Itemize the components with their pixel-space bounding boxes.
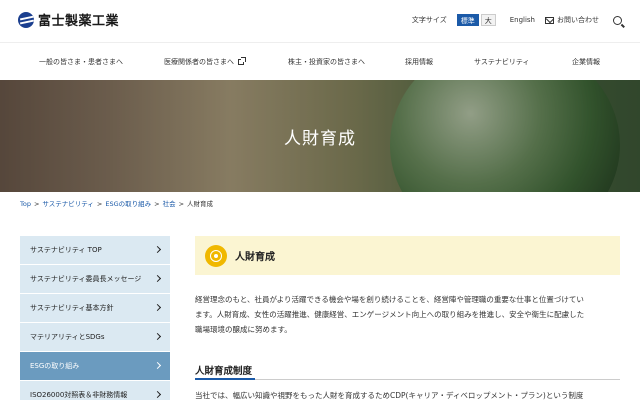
nav-item-label: サステナビリティ (474, 58, 530, 66)
utility-nav: 文字サイズ 標準 大 English お問い合わせ (412, 14, 622, 26)
sub-heading-accent (195, 378, 255, 380)
english-link[interactable]: English (510, 16, 535, 24)
sidebar-item-materiality[interactable]: マテリアリティとSDGs (20, 323, 170, 352)
intro-paragraph: 経営理念のもと、社員がより活躍できる機会や場を創り続けることを、経営陣や管理職の… (195, 292, 620, 337)
logo-mark-icon (18, 11, 34, 28)
sidebar-item-label: サステナビリティ委員長メッセージ (30, 275, 142, 283)
breadcrumb-separator: > (178, 200, 185, 208)
breadcrumb-separator: > (33, 200, 40, 208)
nav-item-label: 採用情報 (405, 58, 433, 66)
paragraph-line: 職場環境の醸成に努めます。 (195, 325, 292, 334)
logo-text: 富士製薬工業 (38, 14, 120, 29)
hero-banner: 人財育成 (0, 80, 640, 192)
breadcrumb-separator: > (154, 200, 160, 208)
target-icon (205, 244, 227, 267)
nav-item-label: 医療関係者の皆さまへ (164, 58, 234, 66)
sidebar-item-message[interactable]: サステナビリティ委員長メッセージ (20, 265, 170, 294)
sidebar-item-label: マテリアリティとSDGs (30, 333, 105, 341)
breadcrumb: Top > サステナビリティ > ESGの取り組み > 社会 > 人財育成 (20, 198, 213, 208)
paragraph-line: ます。人財育成、女性の活躍推進、健康経営、エンゲージメント向上への取り組みを推進… (195, 310, 585, 319)
breadcrumb-separator: > (96, 200, 103, 208)
nav-item-sustainability[interactable]: サステナビリティ (474, 57, 529, 67)
paragraph-line: 経営理念のもと、社員がより活躍できる機会や場を創り続けることを、経営陣や管理職の… (195, 295, 584, 304)
sub-heading: 人財育成制度 (195, 366, 253, 377)
sidebar-item-policy[interactable]: サステナビリティ基本方針 (20, 294, 170, 323)
sidebar-item-label: サステナビリティ TOP (30, 246, 102, 254)
cutoff-paragraph: 当社では、幅広い知識や視野をもった人財を育成するためCDP(キャリア・ディベロッ… (195, 391, 584, 400)
breadcrumb-sustainability[interactable]: サステナビリティ (42, 200, 93, 208)
breadcrumb-top[interactable]: Top (20, 200, 31, 208)
nav-item-recruit[interactable]: 採用情報 (405, 57, 433, 67)
section-title: 人財育成 (235, 252, 275, 263)
nav-item-label: 株主・投資家の皆さまへ (288, 58, 365, 66)
sidebar-nav: サステナビリティ TOP サステナビリティ委員長メッセージ サステナビリティ基本… (20, 236, 170, 400)
sub-heading-divider (195, 379, 620, 380)
page-title: 人財育成 (284, 129, 356, 149)
sidebar-item-label: ESGの取り組み (30, 362, 80, 370)
font-size-large-button[interactable]: 大 (480, 14, 496, 26)
nav-item-label: 企業情報 (572, 58, 600, 66)
sidebar-item-label: サステナビリティ基本方針 (30, 304, 114, 312)
nav-item-company[interactable]: 企業情報 (572, 57, 600, 67)
section-heading: 人財育成 (195, 236, 620, 275)
site-header: 富士製薬工業 文字サイズ 標準 大 English お問い合わせ (0, 0, 640, 42)
nav-item-medical[interactable]: 医療関係者の皆さまへ (164, 57, 246, 67)
chevron-right-icon (153, 361, 162, 370)
chevron-right-icon (153, 245, 162, 254)
chevron-right-icon (153, 274, 162, 283)
font-size-label: 文字サイズ (411, 16, 447, 24)
nav-item-label: 一般の皆さま・患者さまへ (39, 58, 123, 66)
external-link-icon (238, 57, 246, 65)
chevron-right-icon (153, 303, 162, 312)
contact-link[interactable]: お問い合わせ (557, 15, 599, 25)
logo[interactable]: 富士製薬工業 (18, 10, 119, 29)
mail-icon (545, 16, 554, 24)
sidebar-item-top[interactable]: サステナビリティ TOP (20, 236, 170, 265)
chevron-right-icon (153, 390, 162, 399)
breadcrumb-social[interactable]: 社会 (163, 200, 176, 208)
breadcrumb-esg[interactable]: ESGの取り組み (105, 200, 151, 208)
sidebar-item-iso26000[interactable]: ISO26000対照表＆非財務情報 (20, 381, 170, 400)
sidebar-item-label: ISO26000対照表＆非財務情報 (30, 391, 128, 399)
global-nav: 一般の皆さま・患者さまへ 医療関係者の皆さまへ 株主・投資家の皆さまへ 採用情報… (0, 42, 640, 80)
nav-item-general[interactable]: 一般の皆さま・患者さまへ (39, 57, 123, 67)
sidebar-item-esg[interactable]: ESGの取り組み (20, 352, 170, 381)
chevron-right-icon (153, 332, 162, 341)
search-icon[interactable] (613, 15, 622, 25)
font-size-standard-button[interactable]: 標準 (456, 14, 479, 26)
breadcrumb-current: 人財育成 (187, 200, 214, 208)
nav-item-investors[interactable]: 株主・投資家の皆さまへ (288, 57, 365, 67)
